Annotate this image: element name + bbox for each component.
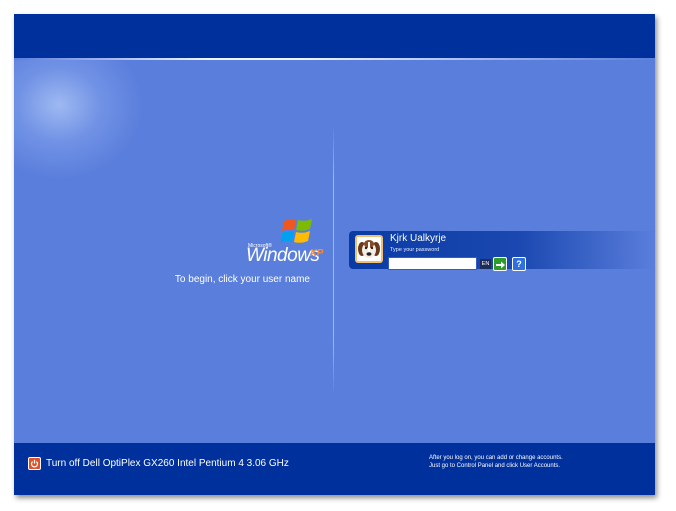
- background-glow: [14, 60, 144, 180]
- password-hint: Type your password: [390, 247, 440, 253]
- help-button[interactable]: ?: [512, 257, 526, 271]
- logo-edition: XP: [310, 248, 324, 259]
- power-icon[interactable]: [28, 456, 41, 470]
- account-note: After you log on, you can add or change …: [429, 454, 629, 470]
- arrow-right-icon: [496, 261, 505, 269]
- login-arrow-button[interactable]: [493, 257, 507, 271]
- logo-product-name: Windows: [246, 245, 320, 266]
- dog-avatar-icon[interactable]: [355, 235, 383, 263]
- main-area: Microsoft® Windows XP To begin, click yo…: [14, 60, 655, 443]
- center-divider: [333, 125, 334, 395]
- account-note-line2: Just go to Control Panel and click User …: [429, 463, 561, 469]
- begin-instruction: To begin, click your user name: [174, 274, 310, 285]
- language-indicator[interactable]: EN: [480, 259, 491, 269]
- bottom-bar: Turn off Dell OptiPlex GX260 Intel Penti…: [14, 443, 655, 495]
- password-input[interactable]: [388, 257, 477, 270]
- top-bar: [14, 14, 655, 58]
- login-screen: Microsoft® Windows XP To begin, click yo…: [14, 14, 655, 495]
- turn-off-label[interactable]: Turn off Dell OptiPlex GX260 Intel Penti…: [46, 458, 289, 469]
- user-name[interactable]: Kjrk Ualkyrje: [390, 233, 446, 244]
- account-note-line1: After you log on, you can add or change …: [429, 455, 563, 461]
- turn-off-button[interactable]: Turn off Dell OptiPlex GX260 Intel Penti…: [28, 456, 289, 470]
- windows-flag-icon: [281, 219, 312, 243]
- windows-xp-logo: Microsoft® Windows XP: [246, 217, 326, 267]
